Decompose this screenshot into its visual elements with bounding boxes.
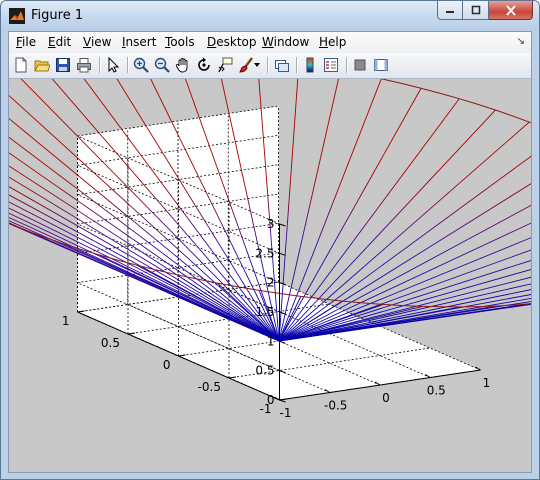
y-tick-label: -1 (260, 402, 272, 416)
window-title: Figure 1 (31, 8, 84, 23)
new-figure-icon[interactable] (12, 56, 30, 74)
menu-edit[interactable]: Edit (48, 35, 71, 49)
y-tick-label: 0 (163, 358, 171, 372)
tick-mark (279, 223, 286, 227)
show-plot-tools-icon[interactable] (372, 56, 390, 74)
maximize-icon (471, 5, 480, 15)
insert-legend-icon[interactable] (322, 56, 340, 74)
open-file-icon[interactable] (33, 56, 51, 74)
zoom-out-icon[interactable] (153, 56, 171, 74)
figure-window: Figure 1 File Edit View Insert Tools Des… (0, 0, 540, 480)
x-tick-label: -1 (280, 406, 292, 420)
figure-client-area: File Edit View Insert Tools Desktop Wind… (0, 31, 540, 473)
y-tick-label: 0.5 (101, 336, 120, 350)
brush-dropdown-icon[interactable] (252, 56, 262, 74)
pan-hand-icon[interactable] (174, 56, 192, 74)
menu-view[interactable]: View (83, 35, 111, 49)
zoom-in-icon[interactable] (132, 56, 150, 74)
mesh-line (278, 78, 382, 342)
menu-insert[interactable]: Insert (122, 35, 156, 49)
plot-area[interactable]: 0 0.5 1 1.5 2 2.5 3 1 0.5 0 -0.5 -1 -1 -0.5 0 0.5 1 (0, 46, 540, 472)
x-tick-label: 0 (382, 391, 390, 405)
save-icon[interactable] (54, 56, 72, 74)
maximize-button[interactable] (463, 1, 489, 20)
insert-colorbar-icon[interactable] (301, 56, 319, 74)
rotate-3d-icon[interactable] (195, 56, 213, 74)
z-tick-label: 2.5 (255, 246, 274, 260)
menu-desktop[interactable]: Desktop (207, 35, 257, 49)
menu-file[interactable]: File (16, 35, 36, 49)
hide-plot-tools-icon[interactable] (351, 56, 369, 74)
matlab-logo-icon (9, 8, 25, 24)
title-bar[interactable]: Figure 1 (1, 1, 539, 31)
print-icon[interactable] (75, 56, 93, 74)
edit-plot-arrow-icon[interactable] (104, 56, 122, 74)
z-tick-label: 1.5 (255, 305, 274, 319)
y-tick-label: 1 (62, 314, 70, 328)
minimize-icon (446, 11, 454, 13)
dock-arrow-icon[interactable]: ↘ (517, 36, 525, 47)
x-tick-label: -0.5 (324, 399, 347, 413)
menu-help[interactable]: Help (319, 35, 346, 49)
x-tick-label: 0.5 (427, 384, 446, 398)
tick-mark (279, 252, 286, 256)
data-cursor-icon[interactable] (216, 56, 234, 74)
z-tick-label: 2 (267, 276, 275, 290)
close-button[interactable] (489, 1, 533, 20)
mesh-line (278, 121, 530, 342)
menu-bar: File Edit View Insert Tools Desktop Wind… (9, 32, 531, 54)
menu-window[interactable]: Window (262, 35, 309, 49)
z-tick-label: 0.5 (255, 364, 274, 378)
z-tick-label: 1 (267, 334, 275, 348)
figure-toolbar (9, 53, 531, 79)
menu-tools[interactable]: Tools (165, 35, 195, 49)
close-icon (505, 4, 516, 16)
z-tick-label: 3 (267, 217, 275, 231)
x-tick-label: 1 (483, 376, 491, 390)
link-plot-icon[interactable] (273, 56, 291, 74)
minimize-button[interactable] (437, 1, 463, 20)
y-tick-label: -0.5 (198, 380, 221, 394)
cone-surface-plot[interactable]: 00.511.522.5310.50-0.5-1 -1-0.500.51 (0, 46, 540, 472)
